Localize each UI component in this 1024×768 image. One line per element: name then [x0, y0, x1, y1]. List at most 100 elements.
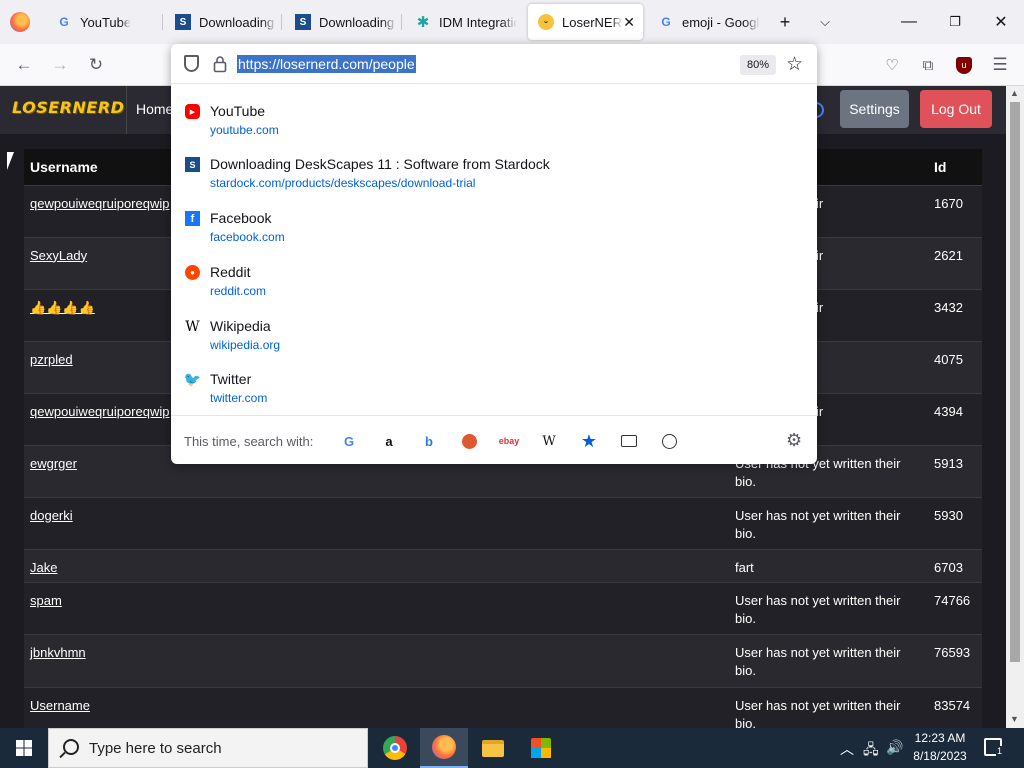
search-settings-gear-icon[interactable]: ⚙	[786, 430, 802, 451]
username-link[interactable]: 👍👍👍👍	[30, 300, 95, 315]
suggestion-facebook[interactable]: f Facebook facebook.com	[171, 201, 817, 254]
settings-button[interactable]: Settings	[840, 90, 909, 128]
amazon-engine-icon[interactable]: a	[379, 431, 399, 451]
url-input[interactable]: https://losernerd.com/people	[237, 55, 416, 73]
reload-icon[interactable]: ↻	[84, 53, 108, 77]
tab-downloading-1[interactable]: S Downloading D	[165, 4, 277, 40]
stardock-icon: S	[295, 14, 311, 30]
tab-emoji-google[interactable]: G emoji - Google	[648, 4, 760, 40]
id-cell: 76593	[928, 633, 982, 687]
clock-date[interactable]: 8/18/2023	[911, 749, 969, 763]
clock-time[interactable]: 12:23 AM	[913, 731, 967, 745]
back-icon[interactable]: ←	[12, 53, 36, 77]
tab-label: Downloading D	[319, 14, 397, 30]
restore-icon[interactable]: ❐	[941, 8, 969, 36]
suggestion-url: stardock.com/products/deskscapes/downloa…	[210, 176, 476, 190]
bookmarks-star-icon[interactable]: ★	[579, 431, 599, 451]
forward-icon[interactable]: →	[48, 53, 72, 77]
ublock-origin-icon[interactable]: u	[952, 53, 976, 77]
chrome-taskbar-icon[interactable]	[371, 728, 419, 768]
username-link[interactable]: spam	[30, 593, 62, 608]
bio-cell: User has not yet written their bio.	[729, 686, 928, 728]
wikipedia-engine-icon[interactable]: W	[539, 431, 559, 451]
firefox-view-icon[interactable]	[10, 12, 30, 32]
google-g-icon: G	[59, 15, 69, 29]
id-cell: 83574	[928, 686, 982, 728]
windows-taskbar: Type here to search ︿ 🖧 🔊 12:23 AM 8/18/…	[0, 728, 1024, 768]
tab-label: IDM Integratio	[439, 14, 517, 30]
username-link[interactable]: qewpouiweqruiporeqwip	[30, 196, 169, 211]
username-link[interactable]: SexyLady	[30, 248, 87, 263]
username-link[interactable]: jbnkvhmn	[30, 645, 86, 660]
duckduckgo-engine-icon[interactable]	[459, 431, 479, 451]
list-all-tabs-icon[interactable]: ⌵	[813, 10, 837, 34]
suggestion-wikipedia[interactable]: W Wikipedia wikipedia.org	[171, 309, 817, 362]
suggestion-reddit[interactable]: ● Reddit reddit.com	[171, 255, 817, 308]
notification-count: 1	[996, 746, 1004, 756]
scroll-down-icon[interactable]: ▼	[1010, 714, 1019, 724]
history-clock-icon[interactable]	[659, 431, 679, 451]
extensions-icon[interactable]: ⧉	[916, 53, 940, 77]
tab-label: YouTube	[80, 14, 132, 30]
suggestion-url: reddit.com	[210, 284, 267, 298]
new-tab-button[interactable]: +	[773, 10, 797, 34]
username-link[interactable]: ewgrger	[30, 456, 77, 471]
site-logo[interactable]: LOSERNERD	[12, 98, 124, 117]
tab-idm-integration[interactable]: ✱ IDM Integratio	[405, 4, 517, 40]
google-engine-icon[interactable]: G	[339, 431, 359, 451]
suggestion-twitter[interactable]: 🐦 Twitter twitter.com	[171, 362, 817, 415]
suggestion-youtube[interactable]: ▶ YouTube youtube.com	[171, 94, 817, 147]
suggestion-title: Reddit	[210, 264, 251, 280]
tracking-protection-icon[interactable]	[184, 55, 199, 72]
firefox-taskbar-icon[interactable]	[420, 728, 468, 768]
ebay-engine-icon[interactable]: ebay	[499, 431, 520, 451]
tab-youtube[interactable]: G YouTube	[46, 4, 158, 40]
mouse-cursor	[7, 152, 21, 170]
bio-cell: User has not yet written their bio.	[729, 496, 928, 549]
bookmark-star-icon[interactable]: ☆	[786, 53, 803, 76]
volume-icon[interactable]: 🔊	[886, 739, 903, 756]
one-off-search-row: This time, search with: G a b ebay W ★ ⚙	[171, 415, 817, 464]
table-row: dogerki User has not yet written their b…	[24, 496, 982, 549]
show-hidden-icons-chevron-icon[interactable]: ︿	[840, 739, 854, 759]
table-row: spam User has not yet written their bio.…	[24, 581, 982, 634]
file-explorer-taskbar-icon[interactable]	[469, 728, 517, 768]
username-link[interactable]: qewpouiweqruiporeqwip	[30, 404, 169, 419]
google-g-icon: G	[661, 15, 671, 29]
microsoft-store-taskbar-icon[interactable]	[517, 728, 565, 768]
url-input-row[interactable]: https://losernerd.com/people 80% ☆	[171, 44, 817, 84]
zoom-level-badge[interactable]: 80%	[740, 55, 776, 75]
suggestion-stardock[interactable]: S Downloading DeskScapes 11 : Software f…	[171, 147, 817, 200]
tab-downloading-2[interactable]: S Downloading D	[285, 4, 397, 40]
bing-engine-icon[interactable]: b	[419, 431, 439, 451]
table-row: Jake fart 6703	[24, 548, 982, 582]
menu-icon[interactable]: ☰	[988, 53, 1012, 77]
wikipedia-icon: W	[185, 318, 200, 335]
lock-icon[interactable]	[213, 55, 227, 73]
page-scrollbar[interactable]: ▲ ▼	[1006, 86, 1024, 728]
facebook-icon: f	[185, 211, 200, 226]
username-link[interactable]: Username	[30, 698, 90, 713]
close-tab-icon[interactable]: ✕	[623, 14, 635, 31]
logout-button[interactable]: Log Out	[920, 90, 992, 128]
start-button[interactable]	[0, 728, 48, 768]
minimize-icon[interactable]: —	[895, 8, 923, 36]
username-link[interactable]: dogerki	[30, 508, 73, 523]
twitter-icon: 🐦	[183, 371, 202, 387]
youtube-icon: ▶	[185, 104, 200, 119]
id-cell: 5913	[928, 444, 982, 497]
scroll-up-icon[interactable]: ▲	[1010, 88, 1019, 98]
table-row: jbnkvhmn User has not yet written their …	[24, 633, 982, 687]
tab-separator	[401, 14, 402, 30]
tab-losernerd[interactable]: ᵕ LoserNERD ✕	[528, 4, 643, 40]
scroll-thumb[interactable]	[1010, 102, 1020, 662]
nav-home-link[interactable]: Home	[136, 101, 173, 117]
pocket-icon[interactable]: ♡	[880, 53, 904, 77]
close-window-icon[interactable]: ✕	[987, 8, 1015, 36]
network-icon[interactable]: 🖧	[863, 739, 879, 763]
taskbar-search-box[interactable]: Type here to search	[48, 728, 368, 768]
username-link[interactable]: Jake	[30, 560, 57, 575]
username-link[interactable]: pzrpled	[30, 352, 73, 367]
tab-separator	[281, 14, 282, 30]
tabs-icon[interactable]	[619, 431, 639, 451]
